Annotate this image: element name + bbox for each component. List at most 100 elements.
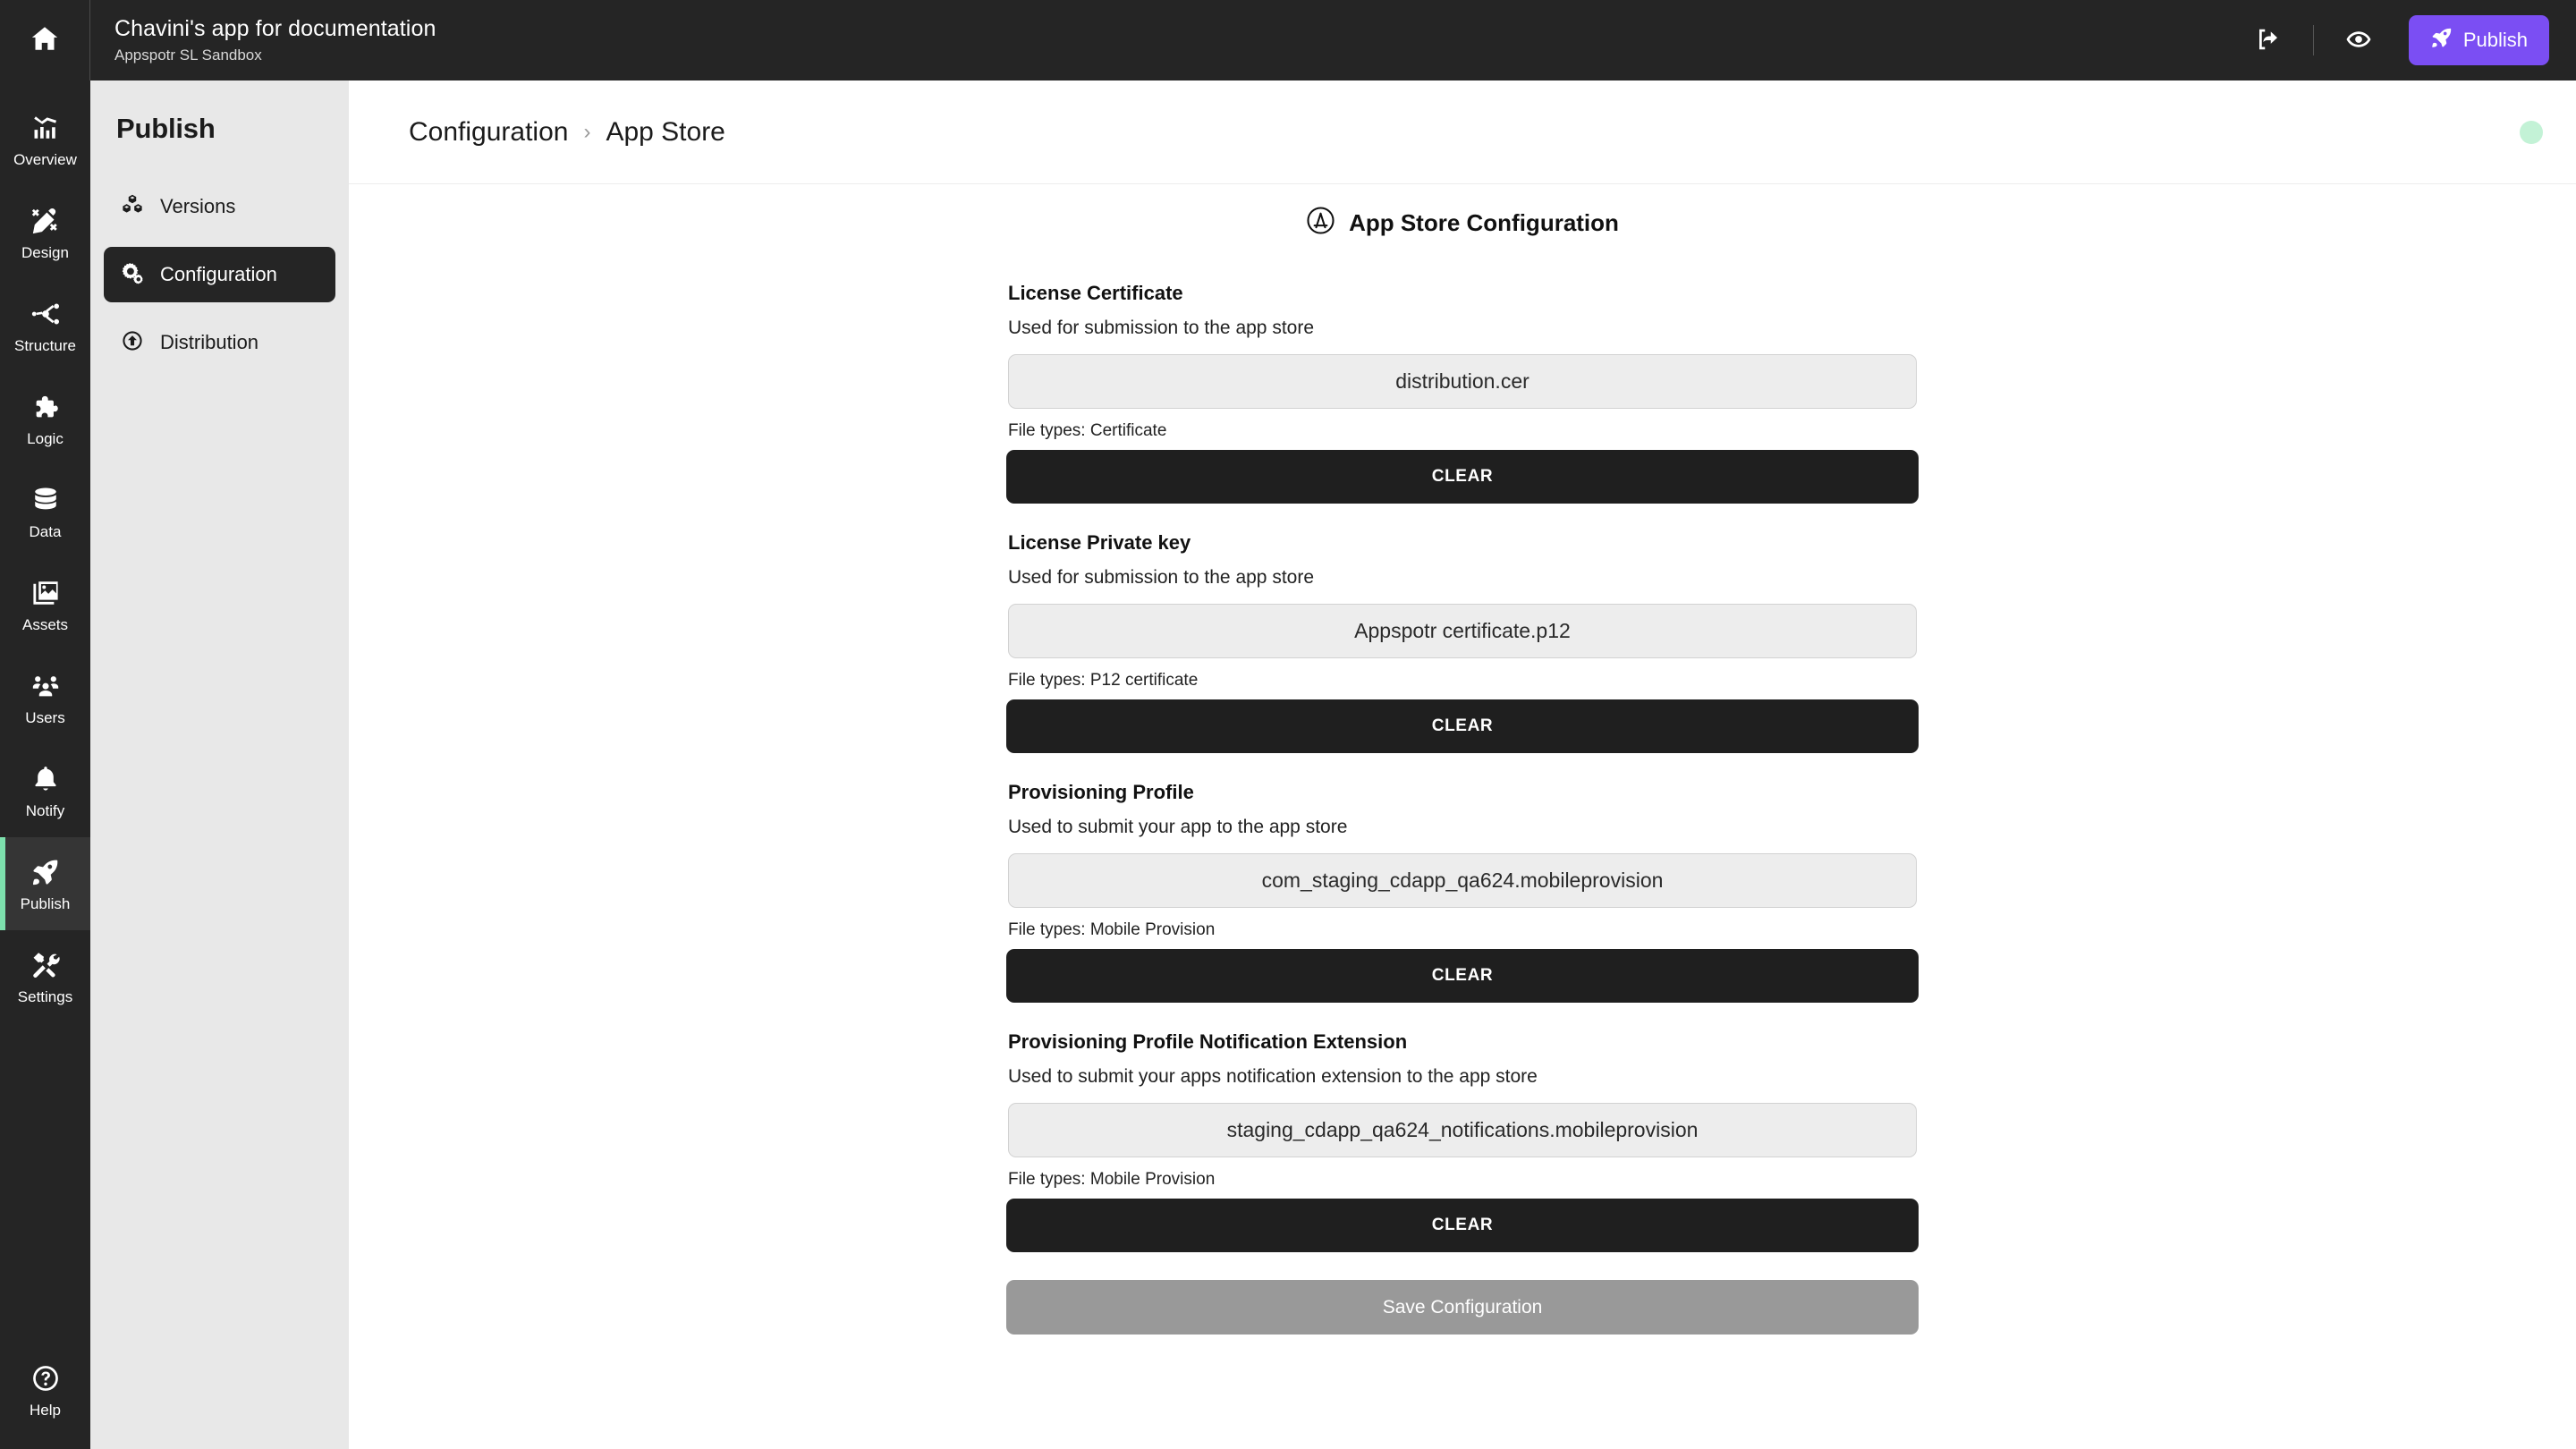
sidebar-item-publish[interactable]: Publish <box>0 837 90 930</box>
subnav-item-label: Distribution <box>160 331 259 353</box>
sidebar-item-label: Users <box>25 708 65 726</box>
field-help-text: Used to submit your app to the app store <box>1008 817 1348 837</box>
save-configuration-button[interactable]: Save Configuration <box>1006 1280 1919 1335</box>
clear-button-license-certificate[interactable]: CLEAR <box>1006 450 1919 504</box>
sidebar-item-label: Data <box>29 522 62 540</box>
rocket-icon <box>30 857 61 892</box>
rocket-icon <box>2430 26 2453 55</box>
sidebar-item-help[interactable]: Help <box>0 1343 90 1436</box>
chevron-right-icon: › <box>583 119 591 144</box>
file-types-hint: File types: P12 certificate <box>1008 671 1199 690</box>
puzzle-icon <box>30 392 61 427</box>
sidebar-item-label: Assets <box>21 615 69 633</box>
publish-button[interactable]: Publish <box>2408 15 2549 65</box>
clear-button-provisioning-profile-notification-extension[interactable]: CLEAR <box>1006 1199 1919 1252</box>
eye-icon <box>2345 26 2372 55</box>
breadcrumb-current: App Store <box>606 116 725 147</box>
file-types-hint: File types: Mobile Provision <box>1008 920 1216 939</box>
file-input-provisioning-profile[interactable]: com_staging_cdapp_qa624.mobileprovision <box>1008 853 1917 908</box>
sidebar-item-label: Overview <box>13 150 77 168</box>
top-bar: Chavini's app for documentation Appspotr… <box>0 0 2576 80</box>
field-label: Provisioning Profile <box>1008 781 1194 803</box>
upload-circle-icon <box>121 329 144 357</box>
sidebar-item-notify[interactable]: Notify <box>0 744 90 837</box>
subnav-item-label: Versions <box>160 195 236 217</box>
rail-spacer <box>0 1023 90 1343</box>
file-input-license-certificate[interactable]: distribution.cer <box>1008 354 1917 409</box>
sidebar-item-structure[interactable]: Structure <box>0 279 90 372</box>
subnav-item-configuration[interactable]: Configuration <box>104 247 335 302</box>
file-types-hint: File types: Mobile Provision <box>1008 1170 1216 1189</box>
sidebar-item-label: Logic <box>27 429 64 447</box>
app-title-block: Chavini's app for documentation Appspotr… <box>90 0 2243 80</box>
sidebar-item-label: Notify <box>25 801 65 819</box>
images-icon <box>30 578 61 613</box>
sidebar-item-settings[interactable]: Settings <box>0 930 90 1023</box>
pencil-icon <box>30 206 61 241</box>
secondary-sidebar-title: Publish <box>116 113 216 144</box>
tools-icon <box>30 950 61 985</box>
field-help-text: Used for submission to the app store <box>1008 567 1315 588</box>
secondary-sidebar: Publish Versions Configuration Distribut… <box>90 80 349 1449</box>
field-label: License Private key <box>1008 531 1191 554</box>
field-label: Provisioning Profile Notification Extens… <box>1008 1030 1408 1053</box>
sidebar-item-label: Help <box>30 1401 61 1419</box>
file-types-hint: File types: Certificate <box>1008 421 1167 440</box>
sidebar-item-overview[interactable]: Overview <box>0 93 90 186</box>
sidebar-item-label: Publish <box>20 894 71 912</box>
sidebar-item-label: Structure <box>14 336 76 354</box>
app-store-icon <box>1306 206 1335 240</box>
field-help-text: Used for submission to the app store <box>1008 318 1315 338</box>
field-label: License Certificate <box>1008 282 1183 304</box>
sidebar-item-assets[interactable]: Assets <box>0 558 90 651</box>
share-button[interactable] <box>2243 15 2293 65</box>
section-header: App Store Configuration <box>1006 206 1919 240</box>
file-input-license-private-key[interactable]: Appspotr certificate.p12 <box>1008 604 1917 658</box>
file-input-provisioning-profile-notification-extension[interactable]: staging_cdapp_qa624_notifications.mobile… <box>1008 1103 1917 1157</box>
breadcrumb: Configuration › App Store <box>409 117 725 148</box>
section-title: App Store Configuration <box>1349 208 1619 236</box>
field-license-certificate: License Certificate Used for submission … <box>1006 282 1919 504</box>
field-help-text: Used to submit your apps notification ex… <box>1008 1066 1538 1087</box>
sidebar-item-logic[interactable]: Logic <box>0 372 90 465</box>
body: Overview Design Structure Logic Data Ass… <box>0 80 2576 1449</box>
main-content: Configuration › App Store App Store Conf… <box>349 80 2576 1449</box>
form-scroll-area: App Store Configuration License Certific… <box>349 184 2576 1449</box>
cubes-icon <box>121 193 144 221</box>
bell-icon <box>30 764 61 799</box>
divider <box>2312 25 2314 55</box>
breadcrumb-parent[interactable]: Configuration <box>409 117 568 148</box>
primary-sidebar: Overview Design Structure Logic Data Ass… <box>0 80 90 1449</box>
users-icon <box>30 671 61 706</box>
workspace-name: Appspotr SL Sandbox <box>114 46 262 64</box>
app-title: Chavini's app for documentation <box>114 16 436 42</box>
top-actions: Publish <box>2243 0 2576 80</box>
subnav-item-label: Configuration <box>160 263 277 285</box>
sidebar-item-design[interactable]: Design <box>0 186 90 279</box>
gears-icon <box>121 261 144 289</box>
status-badge <box>2520 120 2543 144</box>
subnav-item-versions[interactable]: Versions <box>104 179 335 234</box>
field-license-private-key: License Private key Used for submission … <box>1006 531 1919 753</box>
home-button[interactable] <box>0 0 90 80</box>
clear-button-license-private-key[interactable]: CLEAR <box>1006 699 1919 753</box>
question-circle-icon <box>30 1363 61 1398</box>
publish-button-label: Publish <box>2462 29 2528 51</box>
subnav-item-distribution[interactable]: Distribution <box>104 315 335 370</box>
clear-button-provisioning-profile[interactable]: CLEAR <box>1006 949 1919 1003</box>
sidebar-item-users[interactable]: Users <box>0 651 90 744</box>
home-icon <box>30 23 60 58</box>
content-header: Configuration › App Store <box>349 80 2576 184</box>
sidebar-item-data[interactable]: Data <box>0 465 90 558</box>
field-provisioning-profile: Provisioning Profile Used to submit your… <box>1006 781 1919 1003</box>
database-icon <box>30 485 61 520</box>
app-root: Chavini's app for documentation Appspotr… <box>0 0 2576 1449</box>
chart-icon <box>30 113 61 148</box>
app-store-config-form: App Store Configuration License Certific… <box>1006 206 1919 1449</box>
sidebar-item-label: Settings <box>17 987 73 1005</box>
field-provisioning-profile-notification-extension: Provisioning Profile Notification Extens… <box>1006 1030 1919 1252</box>
nodes-icon <box>30 299 61 334</box>
preview-button[interactable] <box>2334 15 2384 65</box>
share-icon <box>2255 26 2282 55</box>
sidebar-item-label: Design <box>21 243 69 261</box>
